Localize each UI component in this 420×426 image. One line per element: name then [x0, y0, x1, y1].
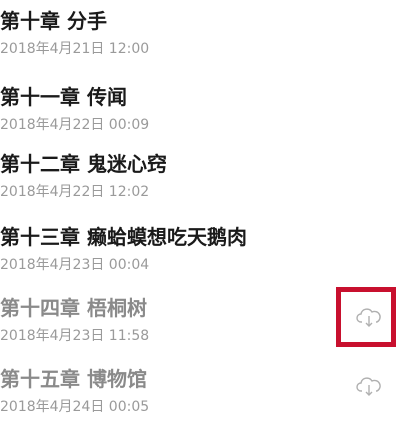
chapter-title: 第十二章 鬼迷心窍 [0, 152, 167, 176]
chapter-title: 第十三章 癞蛤蟆想吃天鹅肉 [0, 225, 247, 249]
chapter-date: 2018年4月22日 00:09 [0, 117, 150, 133]
cloud-download-icon[interactable] [356, 375, 382, 397]
chapter-title: 第十一章 传闻 [0, 85, 127, 109]
chapter-date: 2018年4月22日 12:02 [0, 184, 150, 200]
highlight-box [336, 287, 396, 347]
chapter-title: 第十四章 梧桐树 [0, 296, 147, 320]
chapter-date: 2018年4月21日 12:00 [0, 41, 150, 57]
chapter-title: 第十章 分手 [0, 9, 107, 33]
chapter-date: 2018年4月23日 11:58 [0, 328, 150, 344]
chapter-item-12[interactable]: 第十二章 鬼迷心窍 2018年4月22日 12:02 [0, 151, 420, 211]
chapter-date: 2018年4月23日 00:04 [0, 257, 150, 273]
chapter-item-13[interactable]: 第十三章 癞蛤蟆想吃天鹅肉 2018年4月23日 00:04 [0, 224, 420, 284]
chapter-title: 第十五章 博物馆 [0, 367, 147, 391]
chapter-date: 2018年4月24日 00:05 [0, 399, 150, 415]
chapter-item-10[interactable]: 第十章 分手 2018年4月21日 12:00 [0, 8, 420, 68]
chapter-item-11[interactable]: 第十一章 传闻 2018年4月22日 00:09 [0, 84, 420, 144]
